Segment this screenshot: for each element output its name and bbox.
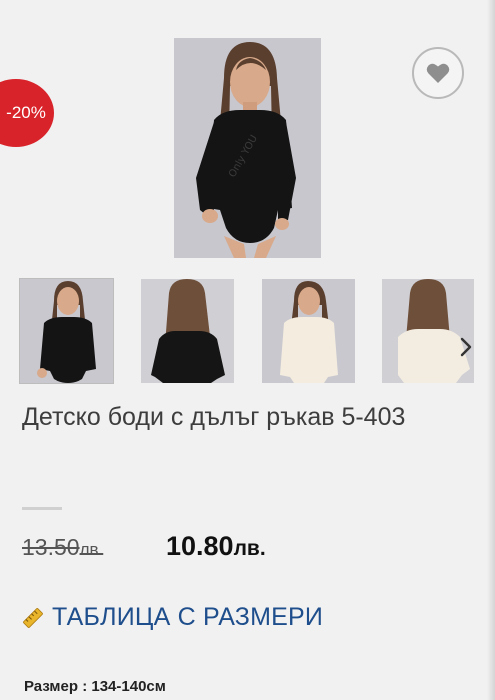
new-price-currency: лв.: [233, 537, 266, 560]
title-divider: [22, 507, 62, 510]
wishlist-button[interactable]: [412, 47, 464, 99]
thumbnail-1[interactable]: [19, 278, 114, 384]
product-main-image[interactable]: Only YOU: [174, 38, 321, 258]
edge-shadow: [487, 0, 495, 700]
size-value: 134-140см: [91, 678, 166, 695]
ruler-icon: [23, 607, 43, 628]
new-price: 10.80лв.: [166, 531, 266, 562]
chevron-right-icon: [460, 337, 472, 357]
old-price: 13.50лв.: [22, 534, 103, 561]
size-row: Размер : 134-140см: [24, 678, 166, 695]
heart-icon: [426, 63, 450, 83]
new-price-value: 10.80: [166, 531, 234, 561]
thumbnail-4[interactable]: [382, 279, 474, 383]
size-label: Размер: [24, 678, 79, 695]
next-image-button[interactable]: [456, 333, 476, 361]
size-table-label: ТАБЛИЦА С РАЗМЕРИ: [52, 603, 324, 631]
product-page: Only YOU -20% Детско боди с дълъг ръкав …: [0, 0, 495, 700]
old-price-currency: лв.: [79, 540, 104, 559]
discount-label: -20%: [6, 103, 46, 122]
product-title: Детско боди с дълъг ръкав 5-403: [22, 403, 406, 431]
size-table-link[interactable]: ТАБЛИЦА С РАЗМЕРИ: [22, 603, 323, 632]
old-price-value: 13.50: [22, 534, 80, 560]
thumbnail-2[interactable]: [141, 279, 234, 383]
thumbnail-3[interactable]: [262, 279, 355, 383]
size-separator: :: [82, 678, 88, 695]
discount-badge: -20%: [0, 79, 54, 147]
